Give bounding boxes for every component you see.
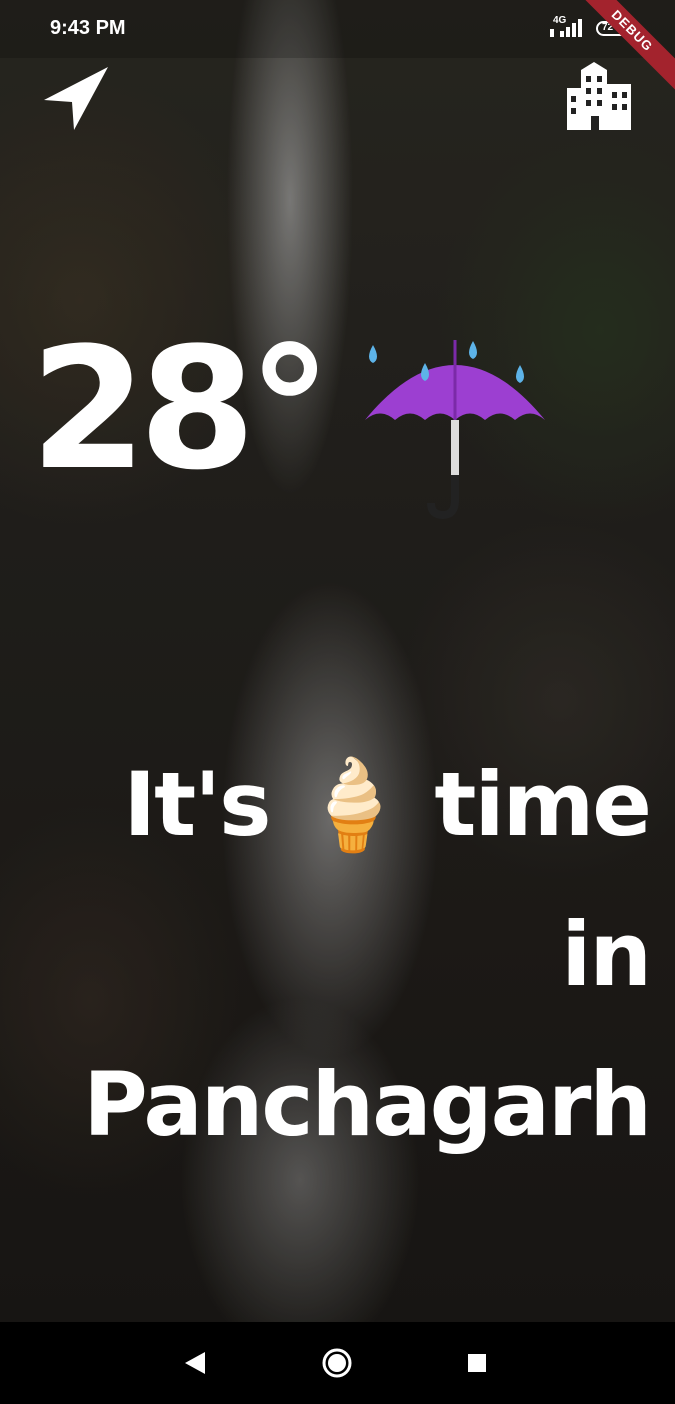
status-time: 9:43 PM bbox=[50, 17, 126, 39]
back-triangle-icon[interactable] bbox=[183, 1350, 207, 1380]
navigation-arrow-icon[interactable] bbox=[40, 64, 112, 134]
city-building-icon[interactable] bbox=[565, 62, 635, 132]
system-navigation-bar bbox=[0, 1322, 675, 1404]
home-circle-icon[interactable] bbox=[321, 1347, 353, 1383]
weather-message: It's 🍦 time in Panchagarh bbox=[83, 753, 652, 1156]
temperature-value: 28° bbox=[30, 311, 332, 507]
umbrella-rain-icon bbox=[355, 325, 555, 525]
recents-square-icon[interactable] bbox=[466, 1352, 488, 1378]
